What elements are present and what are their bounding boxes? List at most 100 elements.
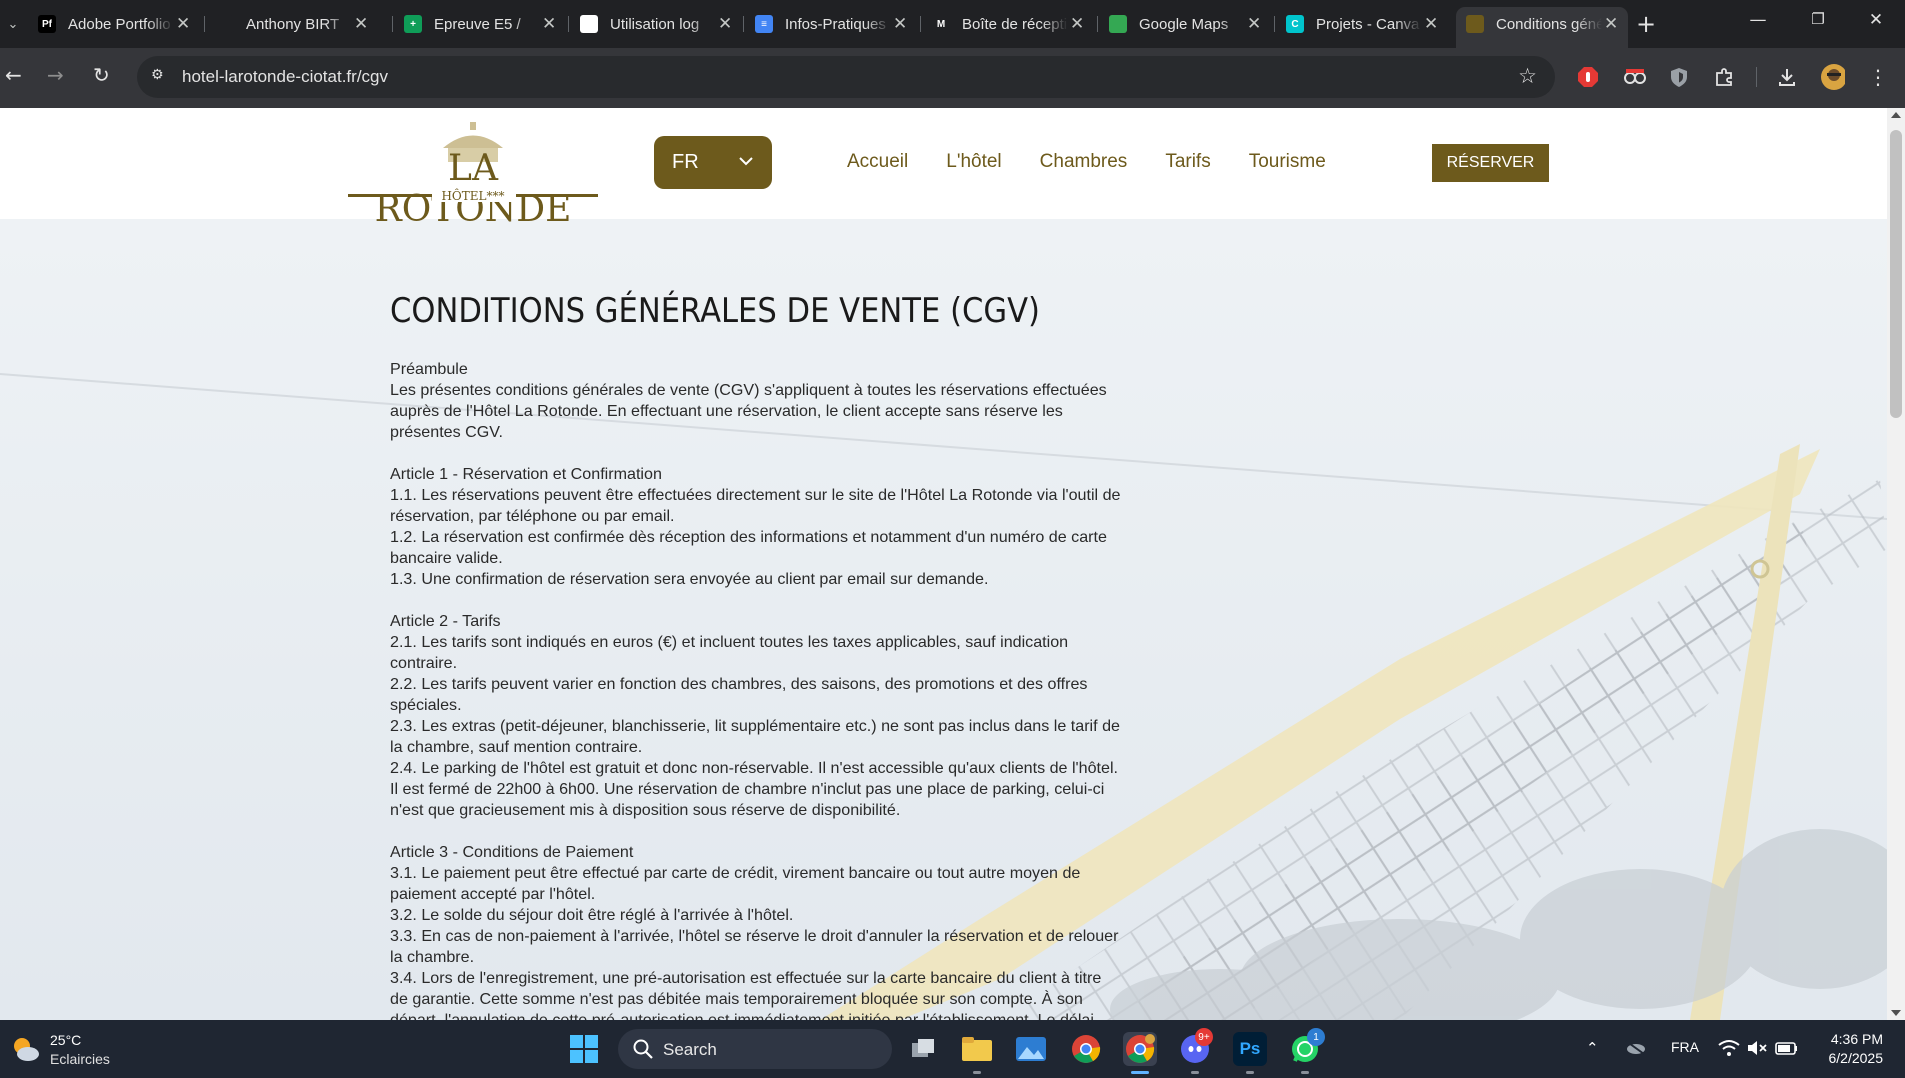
page-scrollbar[interactable] xyxy=(1887,108,1905,1020)
photoshop-icon[interactable]: Ps xyxy=(1233,1032,1267,1066)
downloads-icon[interactable] xyxy=(1775,65,1799,89)
tab-title: Boîte de réception xyxy=(962,15,1068,33)
cgv-text-line: de garantie. Cette somme n'est pas débit… xyxy=(390,990,1083,1008)
tab-separator xyxy=(743,16,744,32)
nav-chambres[interactable]: Chambres xyxy=(1040,151,1128,173)
forward-icon[interactable]: → xyxy=(47,63,64,87)
browser-tab[interactable]: + Epreuve E5 / ✕ xyxy=(394,7,566,41)
task-view-icon[interactable] xyxy=(906,1032,940,1066)
cgv-text-line: présentes CGV. xyxy=(390,423,504,441)
browser-tab[interactable]: Google Maps ✕ xyxy=(1099,7,1271,41)
nav-tourisme[interactable]: Tourisme xyxy=(1249,151,1326,173)
new-tab-button[interactable]: + xyxy=(1636,10,1656,38)
cgv-text-line: départ, l'annulation de cette pré-autori… xyxy=(390,1011,1094,1020)
scroll-up-arrow-icon[interactable] xyxy=(1891,112,1901,118)
cgv-text-line: spéciales. xyxy=(390,696,462,714)
tab-close-icon[interactable]: ✕ xyxy=(1245,14,1263,34)
tab-close-icon[interactable]: ✕ xyxy=(174,14,192,34)
browser-tab[interactable]: Anthony BIRT ✕ xyxy=(206,7,378,41)
restore-icon[interactable]: ❐ xyxy=(1806,10,1830,28)
extensions-puzzle-icon[interactable] xyxy=(1712,65,1736,89)
cgv-text-line: réservation, par téléphone ou par email. xyxy=(390,507,675,525)
chevron-down-icon xyxy=(738,153,754,171)
tab-favicon-icon xyxy=(1466,15,1484,33)
tab-close-icon[interactable]: ✕ xyxy=(352,14,370,34)
weather-temperature[interactable]: 25°C xyxy=(50,1032,81,1048)
browser-tab[interactable]: Conditions générales✕ xyxy=(1456,7,1628,48)
reload-icon[interactable]: ↻ xyxy=(93,63,110,87)
nav-tarifs[interactable]: Tarifs xyxy=(1165,151,1210,173)
cgv-text-line: paiement accepté par l'hôtel. xyxy=(390,885,596,903)
adblock-extension-icon[interactable] xyxy=(1576,65,1600,89)
minimize-icon[interactable]: — xyxy=(1746,10,1770,30)
tab-close-icon[interactable]: ✕ xyxy=(716,14,734,34)
tab-separator xyxy=(392,16,393,32)
tab-favicon-icon: M xyxy=(932,15,950,33)
wifi-icon[interactable] xyxy=(1718,1039,1740,1061)
cgv-text-line: 2.1. Les tarifs sont indiqués en euros (… xyxy=(390,633,1069,651)
chrome-icon[interactable] xyxy=(1069,1032,1103,1066)
tab-title: Infos-Pratiques xyxy=(785,15,886,33)
tab-search-chevron-icon[interactable]: ⌄ xyxy=(0,10,26,38)
file-explorer-icon[interactable] xyxy=(960,1032,994,1066)
whatsapp-badge: 1 xyxy=(1307,1028,1325,1046)
tab-favicon-icon: Pf xyxy=(38,15,56,33)
url-text[interactable]: hotel-larotonde-ciotat.fr/cgv xyxy=(182,67,388,87)
language-selector[interactable]: FR xyxy=(654,136,772,189)
tab-separator xyxy=(920,16,921,32)
cgv-text-line: 3.2. Le solde du séjour doit être réglé … xyxy=(390,906,794,924)
cgv-content: CONDITIONS GÉNÉRALES DE VENTE (CGV) Préa… xyxy=(390,291,1160,1020)
scroll-down-arrow-icon[interactable] xyxy=(1891,1010,1901,1016)
volume-muted-icon[interactable] xyxy=(1746,1039,1768,1061)
tab-favicon-icon: + xyxy=(404,15,422,33)
hotel-logo[interactable]: LA ROTONDE HÔTEL*** xyxy=(348,118,598,230)
site-info-icon[interactable]: ⚙ xyxy=(151,67,164,83)
close-window-icon[interactable]: ✕ xyxy=(1864,10,1888,30)
nav-accueil[interactable]: Accueil xyxy=(847,151,908,173)
tab-title: Adobe Portfolio xyxy=(68,15,171,33)
browser-tab[interactable]: M Boîte de réception✕ xyxy=(922,7,1094,41)
browser-tab[interactable]: Utilisation log ✕ xyxy=(570,7,742,41)
back-icon[interactable]: ← xyxy=(5,63,22,87)
address-bar[interactable]: ⚙ hotel-larotonde-ciotat.fr/cgv ☆ xyxy=(137,56,1555,98)
cgv-text-line: 2.4. Le parking de l'hôtel est gratuit e… xyxy=(390,759,1118,777)
browser-tab[interactable]: ≡ Infos-Pratiques ✕ xyxy=(745,7,917,41)
battery-icon[interactable] xyxy=(1775,1039,1799,1061)
bookmark-star-icon[interactable]: ☆ xyxy=(1518,64,1537,88)
scrollbar-thumb[interactable] xyxy=(1890,130,1902,418)
system-clock[interactable]: 4:36 PM 6/2/2025 xyxy=(1829,1030,1884,1068)
weather-partly-cloudy-icon[interactable] xyxy=(10,1034,40,1064)
windows-taskbar: 25°C Eclaircies Search 9+ Ps 1 ⌃ FRA 4:3… xyxy=(0,1020,1905,1078)
tab-close-icon[interactable]: ✕ xyxy=(1068,14,1086,34)
tab-close-icon[interactable]: ✕ xyxy=(891,14,909,34)
tab-separator xyxy=(568,16,569,32)
tab-close-icon[interactable]: ✕ xyxy=(1422,14,1440,34)
onedrive-cloud-icon[interactable] xyxy=(1624,1039,1646,1059)
browser-menu-icon[interactable]: ⋮ xyxy=(1866,65,1890,89)
weather-description[interactable]: Eclaircies xyxy=(50,1051,110,1067)
tab-close-icon[interactable]: ✕ xyxy=(1602,14,1620,34)
profile-avatar[interactable] xyxy=(1821,64,1845,90)
photoshop-indicator xyxy=(1246,1071,1254,1074)
photos-icon[interactable] xyxy=(1014,1032,1048,1066)
chrome-profile-icon[interactable] xyxy=(1123,1032,1157,1066)
cgv-text-line: 2.3. Les extras (petit-déjeuner, blanchi… xyxy=(390,717,1120,735)
tray-overflow-chevron-icon[interactable]: ⌃ xyxy=(1586,1039,1599,1057)
discord-badge: 9+ xyxy=(1195,1028,1213,1046)
cgv-text-line: 3.3. En cas de non-paiement à l'arrivée,… xyxy=(390,927,1119,945)
input-language[interactable]: FRA xyxy=(1671,1039,1699,1055)
browser-tab[interactable]: Pf Adobe Portfolio ✕ xyxy=(28,7,200,41)
clock-time: 4:36 PM xyxy=(1830,1031,1883,1047)
search-icon xyxy=(632,1038,654,1065)
browser-tab[interactable]: C Projets - Canva ✕ xyxy=(1276,7,1448,41)
spy-extension-icon[interactable] xyxy=(1623,65,1647,89)
windows-start-icon[interactable] xyxy=(567,1032,601,1066)
shield-extension-icon[interactable] xyxy=(1667,65,1691,89)
nav-hotel[interactable]: L'hôtel xyxy=(946,151,1001,173)
taskbar-search[interactable]: Search xyxy=(618,1029,892,1069)
cgv-text-line: bancaire valide. xyxy=(390,549,503,567)
page-viewport: LA ROTONDE HÔTEL*** FR Accueil L'hôtel C… xyxy=(0,108,1887,1020)
tab-close-icon[interactable]: ✕ xyxy=(540,14,558,34)
reserve-button[interactable]: RÉSERVER xyxy=(1432,144,1549,182)
